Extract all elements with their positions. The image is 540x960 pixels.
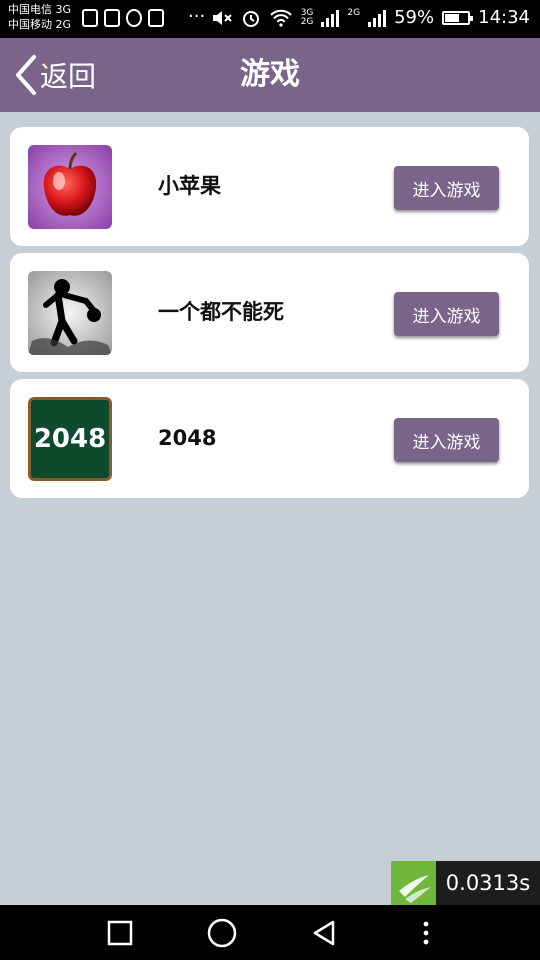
recent-apps-button[interactable] — [100, 917, 140, 949]
2048-icon: 2048 — [28, 397, 112, 481]
network-tags-1: 3G 2G — [300, 8, 314, 27]
file-icon — [148, 9, 164, 27]
enter-game-button[interactable]: 进入游戏 — [394, 418, 499, 462]
sim-icon — [82, 9, 98, 27]
clock: 14:34 — [478, 7, 530, 28]
2048-icon-label: 2048 — [28, 397, 112, 481]
back-label: 返回 — [40, 60, 97, 93]
app-header: 返回 游戏 — [0, 38, 540, 112]
battery-percent: 59% — [394, 7, 435, 28]
game-name: 一个都不能死 — [158, 300, 284, 324]
game-name: 2048 — [158, 426, 217, 450]
status-bar: 中国电信 3G 中国移动 2G ··· 3G 2G 2G 59% 14:34 — [0, 0, 540, 38]
game-name: 小苹果 — [158, 174, 221, 198]
notification-icons — [82, 9, 164, 27]
timer-value: 0.0313s — [436, 861, 540, 905]
apple-icon — [28, 145, 112, 229]
more-vertical-icon — [423, 921, 429, 945]
timer-logo-icon — [391, 861, 436, 905]
back-button[interactable]: 返回 — [14, 52, 96, 98]
game-list: 小苹果 进入游戏 一个都不能死 进入游戏 2048 2048 进入游戏 — [10, 127, 529, 505]
stickman-icon — [28, 271, 112, 355]
network-type-2g: 2G — [300, 16, 314, 27]
chevron-left-icon — [16, 55, 36, 95]
signal-icon-1 — [321, 9, 340, 27]
network-type-2g-b: 2G — [347, 7, 361, 18]
navigation-bar — [0, 905, 540, 960]
back-nav-button[interactable] — [304, 917, 344, 949]
carrier-2: 中国移动 2G — [8, 18, 72, 31]
app-icon — [126, 9, 142, 27]
mute-icon — [212, 10, 232, 25]
image-icon — [104, 9, 120, 27]
enter-game-button[interactable]: 进入游戏 — [394, 166, 499, 210]
menu-button[interactable] — [406, 917, 446, 949]
carrier-1: 中国电信 3G — [8, 3, 72, 16]
square-icon — [107, 920, 133, 946]
triangle-back-icon — [313, 920, 335, 946]
battery-fill — [445, 13, 460, 22]
system-status: 3G 2G 2G 59% 14:34 — [211, 7, 530, 28]
signal-icon-2 — [368, 9, 387, 27]
list-item[interactable]: 一个都不能死 进入游戏 — [10, 253, 529, 372]
wifi-icon — [269, 9, 292, 27]
timer-badge: 0.0313s — [391, 861, 540, 905]
list-item[interactable]: 2048 2048 进入游戏 — [10, 379, 529, 498]
circle-icon — [207, 918, 237, 948]
more-notifications-icon: ··· — [188, 6, 206, 27]
alarm-icon — [242, 10, 259, 27]
home-button[interactable] — [202, 917, 242, 949]
list-item[interactable]: 小苹果 进入游戏 — [10, 127, 529, 246]
enter-game-button[interactable]: 进入游戏 — [394, 292, 499, 336]
carrier-info: 中国电信 3G 中国移动 2G — [8, 2, 71, 32]
network-tags-2: 2G — [347, 7, 361, 27]
battery-icon — [442, 10, 474, 25]
